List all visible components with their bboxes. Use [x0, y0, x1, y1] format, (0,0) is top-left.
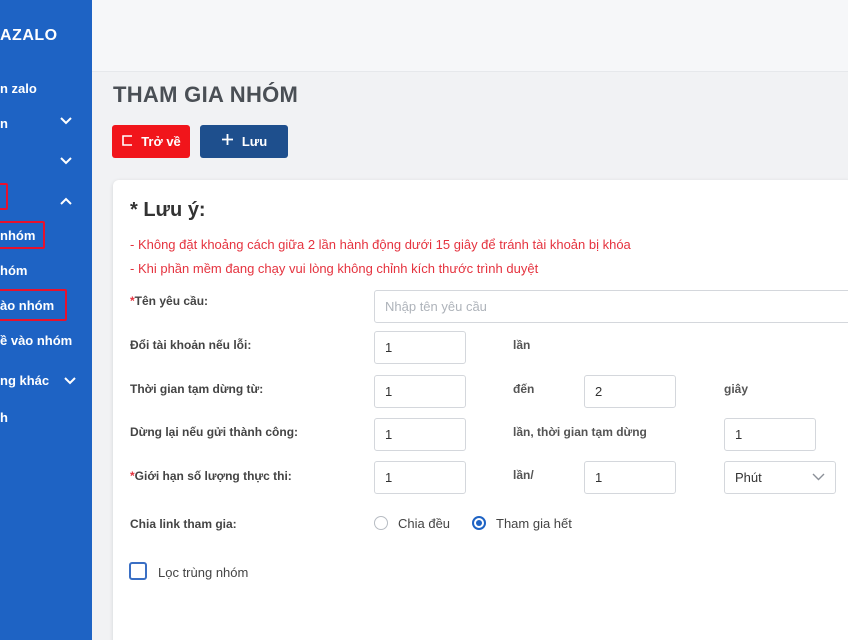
switch-account-input[interactable]: 1: [374, 331, 466, 364]
switch-account-unit: lần: [513, 338, 531, 352]
request-name-input[interactable]: Nhập tên yêu cầu: [374, 290, 848, 323]
pause-label: Thời gian tạm dừng từ:: [130, 382, 264, 396]
pause-to-label: đến: [513, 382, 535, 396]
stop-success-pause-input[interactable]: 1: [724, 418, 816, 451]
chevron-down-icon[interactable]: [60, 116, 72, 128]
sidebar-item-zalo-account[interactable]: n zalo: [0, 81, 37, 96]
sidebar-item-5[interactable]: hóm: [0, 263, 27, 278]
highlight-box: [0, 183, 8, 210]
stop-success-label: Dừng lại nếu gửi thành công:: [130, 425, 299, 439]
sidebar-item-2[interactable]: n: [0, 116, 8, 131]
back-button[interactable]: Trở về: [112, 125, 190, 158]
radio-join-all[interactable]: [472, 516, 486, 530]
period-select-value: Phút: [735, 470, 762, 485]
sidebar-item-join-group[interactable]: nhóm: [0, 228, 35, 243]
limit-unit: lần/: [513, 468, 534, 482]
limit-input[interactable]: 1: [374, 461, 466, 494]
dedupe-checkbox-label[interactable]: Lọc trùng nhóm: [158, 565, 248, 580]
warning-line: - Khi phần mềm đang chạy vui lòng không …: [130, 261, 539, 276]
request-name-label: *Tên yêu cầu:: [130, 294, 209, 308]
period-select[interactable]: Phút: [724, 461, 836, 494]
plus-icon: [221, 133, 234, 150]
chevron-down-icon: [812, 470, 825, 484]
chevron-down-icon[interactable]: [60, 156, 72, 168]
page-title: THAM GIA NHÓM: [113, 82, 299, 107]
share-link-label: Chia link tham gia:: [130, 517, 237, 531]
radio-share-evenly[interactable]: [374, 516, 388, 530]
top-bar: [92, 0, 848, 72]
radio-share-evenly-label[interactable]: Chia đều: [398, 516, 450, 531]
radio-join-all-label[interactable]: Tham gia hết: [496, 516, 572, 531]
save-button[interactable]: Lưu: [200, 125, 288, 158]
sidebar: AZALO n zalo n nhóm hóm ào nhóm ề vào nh…: [0, 0, 92, 640]
switch-account-label: Đổi tài khoản nếu lỗi:: [130, 338, 252, 352]
brand-logo-text: AZALO: [0, 27, 58, 44]
sidebar-item-6[interactable]: ào nhóm: [0, 298, 54, 313]
limit-label: *Giới hạn số lượng thực thi:: [130, 469, 292, 483]
back-button-label: Trở về: [141, 134, 181, 149]
pause-unit: giây: [724, 382, 749, 396]
stop-success-input[interactable]: 1: [374, 418, 466, 451]
sidebar-item-7[interactable]: ề vào nhóm: [0, 333, 72, 348]
pause-to-input[interactable]: 2: [584, 375, 676, 408]
sidebar-item-9[interactable]: h: [0, 410, 8, 425]
warning-line: - Không đặt khoảng cách giữa 2 lần hành …: [130, 237, 631, 252]
save-button-label: Lưu: [241, 134, 268, 149]
dedupe-checkbox[interactable]: [129, 562, 147, 580]
stop-success-unit: lần, thời gian tạm dừng: [513, 425, 647, 439]
limit-per-input[interactable]: 1: [584, 461, 676, 494]
chevron-down-icon[interactable]: [64, 376, 76, 388]
exit-icon: [121, 133, 133, 150]
sidebar-item-other[interactable]: ng khác: [0, 373, 49, 388]
chevron-up-icon[interactable]: [60, 196, 72, 208]
pause-from-input[interactable]: 1: [374, 375, 466, 408]
note-title: * Lưu ý:: [130, 199, 206, 221]
